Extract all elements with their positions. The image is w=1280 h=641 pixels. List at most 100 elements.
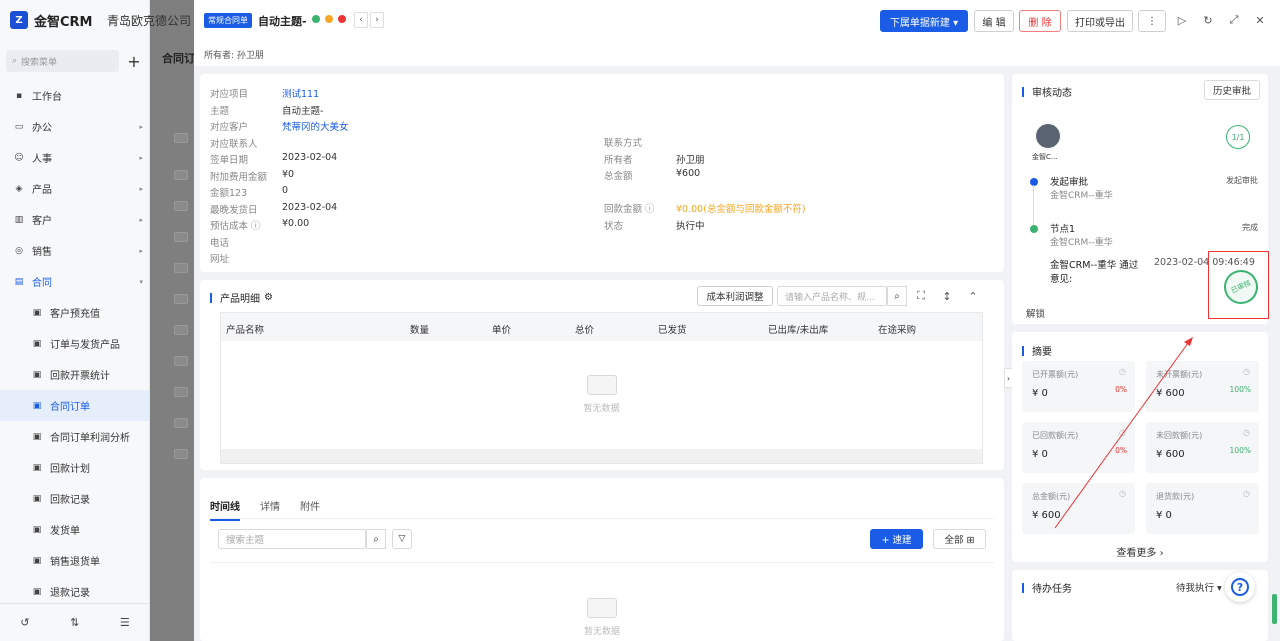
info-label: 对应项目 <box>210 89 249 100</box>
sidebar-subitem[interactable]: ▣ 回款计划 <box>0 452 149 483</box>
quick-create-button[interactable]: + 速建 <box>870 529 923 549</box>
highlight-box <box>1208 251 1269 319</box>
menu-list-icon[interactable]: ☰ <box>120 616 130 629</box>
more-button[interactable]: ⋮ <box>1138 10 1166 32</box>
prev-record-button[interactable]: ‹ <box>354 12 368 28</box>
info-label: 状态 <box>604 221 624 232</box>
document-icon: ▣ <box>32 400 42 411</box>
app-root: Z 金智CRM ⌕ 搜索菜单 + ▪ 工作台 ▭ 办公 ▸ ☺ 人事 ▸ ◈ 产品 ▸ ▥ 客户 ▸ ◎ 销售… <box>0 0 1280 641</box>
menu-search-input[interactable]: ⌕ 搜索菜单 <box>6 50 119 72</box>
close-icon[interactable]: ✕ <box>1253 13 1267 27</box>
sidebar-item[interactable]: ▪ 工作台 <box>0 80 149 111</box>
sidebar-item-label: 销售 <box>32 247 52 258</box>
all-filter-button[interactable]: 全部 ⊞ <box>933 529 986 549</box>
info-field: 网址 <box>210 251 282 265</box>
sidebar-item[interactable]: ▭ 办公 ▸ <box>0 111 149 142</box>
new-sub-document-button[interactable]: 下属单据新建 ▾ <box>880 10 968 32</box>
sidebar-subitem[interactable]: ▣ 发货单 <box>0 514 149 545</box>
sidebar-item[interactable]: ◈ 产品 ▸ <box>0 173 149 204</box>
edit-button[interactable]: 编 辑 <box>974 10 1014 32</box>
play-icon[interactable]: ▷ <box>1175 13 1189 27</box>
info-field: 签单日期 2023-02-04 <box>210 152 337 166</box>
info-field: 对应项目 测试111 <box>210 86 319 100</box>
sidebar-item[interactable]: ▥ 客户 ▸ <box>0 204 149 235</box>
sidebar-subitem-label: 销售退货单 <box>50 557 100 568</box>
sidebar-subitem[interactable]: ▣ 订单与发货产品 <box>0 328 149 359</box>
delete-button[interactable]: 删 除 <box>1019 10 1061 32</box>
close-circle-icon[interactable] <box>338 15 346 23</box>
search-icon[interactable]: ⌕ <box>887 286 907 306</box>
sidebar-subitem[interactable]: ▣ 合同订单利润分析 <box>0 421 149 452</box>
info-value[interactable]: 梵蒂冈的大美女 <box>282 119 349 133</box>
history-approval-button[interactable]: 历史审批 <box>1204 80 1260 100</box>
background-row-checkbox <box>174 201 188 211</box>
info-field: 金额123 0 <box>210 185 288 199</box>
print-export-button[interactable]: 打印或导出 <box>1067 10 1133 32</box>
sidebar-item[interactable]: ◎ 销售 ▸ <box>0 235 149 266</box>
add-icon[interactable]: + <box>125 52 143 71</box>
cost-profit-adjust-button[interactable]: 成本利润调整 <box>697 286 773 306</box>
settings-icon[interactable]: ⚙ <box>264 292 273 303</box>
info-label: 附加费用金额 <box>210 171 268 183</box>
sidebar-subitem[interactable]: ▣ 销售退货单 <box>0 545 149 576</box>
sort-icon[interactable]: ⇅ <box>70 616 79 629</box>
background-row-checkbox <box>174 418 188 428</box>
timeline-search-input[interactable]: 搜索主题 <box>218 529 366 549</box>
sidebar-subitem[interactable]: ▣ 回款开票统计 <box>0 359 149 390</box>
clock-icon: ◷ <box>1119 489 1126 498</box>
summary-stat-card: 总金额(元) ¥ 600 ◷ <box>1022 483 1135 534</box>
sidebar-subitem[interactable]: ▣ 回款记录 <box>0 483 149 514</box>
sort-icon[interactable]: ↕ <box>940 289 954 303</box>
horizontal-scrollbar[interactable] <box>221 449 982 463</box>
history-icon[interactable]: ↺ <box>20 616 29 629</box>
expand-icon[interactable]: ⛶ <box>914 289 928 303</box>
product-search-input[interactable]: 请输入产品名称、规... <box>777 286 887 306</box>
info-value: 2023-02-04 <box>282 152 338 163</box>
stat-value: ¥ 0 <box>1156 510 1172 521</box>
info-label: 签单日期 <box>210 155 249 166</box>
stat-label: 退货款(元) <box>1156 492 1195 501</box>
owner-icon[interactable] <box>312 15 320 23</box>
info-label: 所有者 <box>604 155 633 166</box>
info-value[interactable]: 测试111 <box>282 86 319 100</box>
vertical-scrollbar[interactable] <box>1272 594 1277 624</box>
unlock-link[interactable]: 解锁 <box>1026 306 1045 320</box>
document-icon: ▣ <box>32 462 42 473</box>
contract-detail-drawer: 常规合同单 自动主题- ‹ › 所有者: 孙卫朋 下属单据新建 ▾ 编 辑 删 … <box>194 0 1280 641</box>
fullscreen-icon[interactable]: ⤢ <box>1227 13 1241 27</box>
chevron-icon: ▸ <box>139 122 143 131</box>
help-button[interactable]: ? <box>1225 572 1255 602</box>
step-node-icon <box>1030 225 1038 233</box>
info-value: 2023-02-04 <box>282 201 338 213</box>
info-field: 总金额 ¥600 <box>604 168 700 182</box>
sidebar-item[interactable]: ☺ 人事 ▸ <box>0 142 149 173</box>
stat-percent: 100% <box>1229 446 1251 455</box>
info-label: 电话 <box>210 237 230 249</box>
background-row-checkbox <box>174 232 188 242</box>
step-title: 发起审批 <box>1050 177 1089 188</box>
status-icon[interactable] <box>325 15 333 23</box>
table-column-header: 在途采购 <box>878 325 917 336</box>
chevron-icon: ▸ <box>139 246 143 255</box>
sidebar-subitem[interactable]: ▣ 客户预充值 <box>0 297 149 328</box>
table-column-header: 数量 <box>410 325 430 336</box>
document-icon: ▣ <box>32 369 42 380</box>
filter-icon[interactable]: ▽ <box>392 529 412 549</box>
stat-label: 已开票额(元) <box>1032 370 1079 379</box>
sidebar-subitem[interactable]: ▣ 合同订单 <box>0 390 149 421</box>
info-field: 所有者 孙卫朋 <box>604 152 705 166</box>
chevron-icon: ▸ <box>139 215 143 224</box>
sidebar-item-label: 产品 <box>32 185 52 196</box>
background-page-overlay <box>150 0 194 641</box>
collapse-icon[interactable]: ⌃ <box>966 289 980 303</box>
logo-icon: Z <box>10 11 28 29</box>
stat-label: 未开票额(元) <box>1156 370 1203 379</box>
todo-filter-dropdown[interactable]: 待我执行 ▾ <box>1176 580 1222 594</box>
info-label: 网址 <box>210 254 230 265</box>
search-icon[interactable]: ⌕ <box>366 529 386 549</box>
sidebar-item[interactable]: ▤ 合同 ▾ <box>0 266 149 297</box>
chevron-icon: ▸ <box>139 153 143 162</box>
refresh-icon[interactable]: ↻ <box>1201 13 1215 27</box>
next-record-button[interactable]: › <box>370 12 384 28</box>
view-more-link[interactable]: 查看更多 › <box>1012 544 1268 559</box>
